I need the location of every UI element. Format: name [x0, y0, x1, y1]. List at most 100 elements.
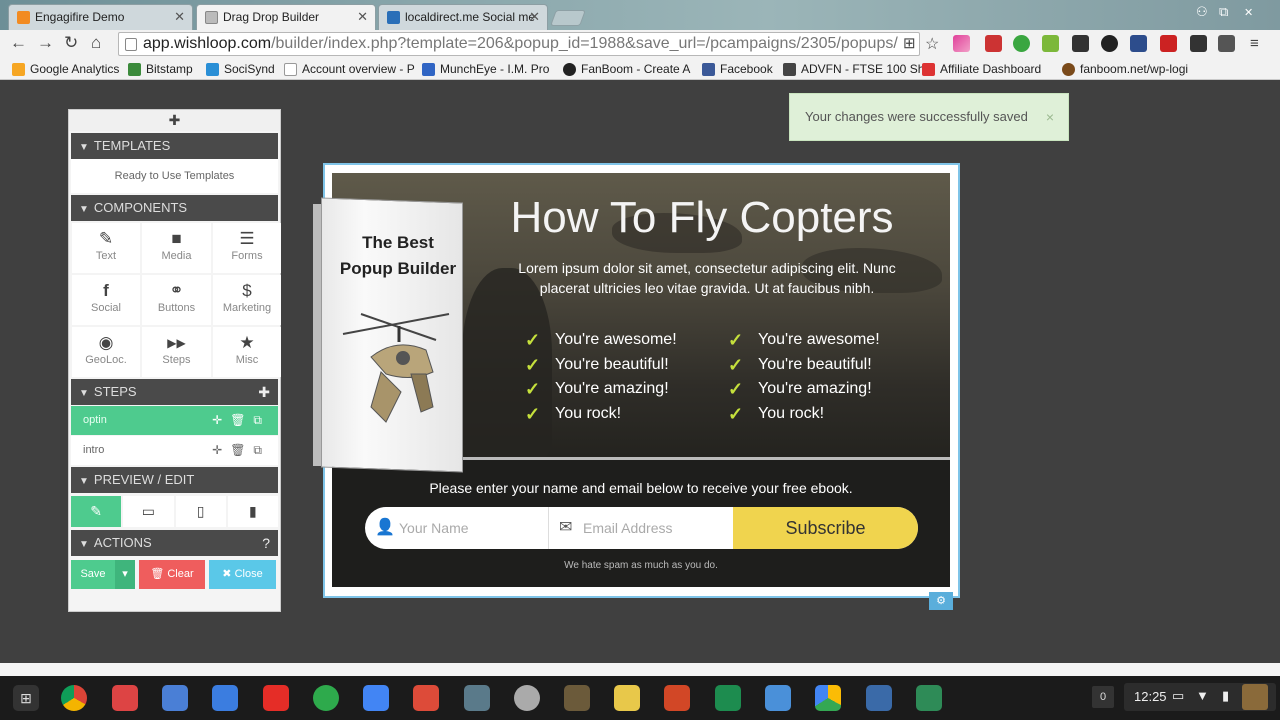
app-launcher-icon[interactable]: ⊞ — [13, 685, 39, 711]
bookmark-item[interactable]: FanBoom - Create A — [563, 62, 690, 76]
bookmark-item[interactable]: MunchEye - I.M. Pro — [422, 62, 549, 76]
close-tab-icon[interactable]: ✕ — [529, 9, 540, 25]
tab-drag-drop-builder[interactable]: Drag Drop Builder ✕ — [196, 4, 376, 30]
trello-icon[interactable] — [866, 685, 892, 711]
name-field[interactable]: 👤 Your Name — [365, 507, 549, 549]
app-icon[interactable] — [765, 685, 791, 711]
bookmark-item[interactable]: fanboom.net/wp-logi — [1062, 62, 1188, 76]
tab-localdirect[interactable]: localdirect.me Social me ✕ — [378, 4, 548, 30]
edit-mode-pencil-icon[interactable]: ✎ — [71, 496, 122, 527]
back-icon[interactable]: ← — [10, 33, 27, 53]
step-optin[interactable]: optin ✛🗑⧉ — [71, 406, 278, 435]
home-icon[interactable]: ⌂ — [91, 33, 101, 53]
bookmark-item[interactable]: Google Analytics — [12, 62, 119, 76]
bookmark-item[interactable]: Facebook — [702, 62, 773, 76]
actions-header[interactable]: ▼ ACTIONS? — [71, 530, 278, 556]
step-controls-icon[interactable]: ✛🗑⧉ — [212, 436, 270, 465]
chrome-icon[interactable] — [61, 685, 87, 711]
component-forms[interactable]: ☰ Forms — [213, 223, 281, 273]
bookmark-item[interactable]: ADVFN - FTSE 100 Sh — [783, 62, 924, 76]
mobile-preview-icon[interactable]: ▮ — [227, 496, 278, 527]
tab-title: localdirect.me Social me — [405, 10, 536, 24]
bookmark-item[interactable]: Account overview - P — [284, 62, 415, 76]
close-button[interactable]: ✖ Close — [209, 560, 276, 589]
component-buttons[interactable]: ⚭ Buttons — [142, 275, 211, 325]
google-search-icon[interactable] — [162, 685, 188, 711]
close-window-icon[interactable]: ✕ — [1244, 6, 1253, 19]
app-icon[interactable] — [916, 685, 942, 711]
extension-icon[interactable] — [1130, 35, 1147, 52]
extension-icon[interactable] — [985, 35, 1002, 52]
help-icon[interactable]: ? — [262, 530, 270, 556]
clear-button[interactable]: 🗑 Clear — [139, 560, 205, 589]
app-icon[interactable] — [514, 685, 540, 711]
templates-header[interactable]: ▼ TEMPLATES — [71, 133, 278, 159]
subscribe-button[interactable]: Subscribe — [733, 507, 918, 549]
popup-title[interactable]: How To Fly Copters — [492, 193, 912, 243]
templates-link[interactable]: Ready to Use Templates — [71, 159, 278, 193]
extension-icon[interactable] — [1218, 35, 1235, 52]
reload-icon[interactable]: ↻ — [64, 33, 78, 53]
popup-settings-gear-icon[interactable]: ⚙ — [929, 592, 953, 610]
save-dropdown-caret-icon[interactable]: ▾ — [115, 560, 135, 589]
youtube-icon[interactable] — [263, 685, 289, 711]
drive-icon[interactable] — [815, 685, 841, 711]
hangouts-icon[interactable] — [313, 685, 339, 711]
extension-icon[interactable] — [1042, 35, 1059, 52]
page-action-icon[interactable]: ⊞ — [903, 34, 916, 52]
extension-icon[interactable] — [1101, 35, 1118, 52]
steps-header[interactable]: ▼ STEPS ✚ — [71, 379, 278, 405]
app-icon[interactable] — [464, 685, 490, 711]
component-geoloc[interactable]: ◉ GeoLoc. — [72, 327, 140, 377]
cta-text[interactable]: Please enter your name and email below t… — [332, 480, 950, 496]
bookmark-item[interactable]: SociSynd — [206, 62, 275, 76]
step-controls-icon[interactable]: ✛🗑⧉ — [212, 406, 270, 435]
google-plus-icon[interactable] — [413, 685, 439, 711]
address-bar[interactable]: app.wishloop.com/builder/index.php?templ… — [118, 32, 920, 56]
office-icon[interactable] — [664, 685, 690, 711]
close-tab-icon[interactable]: ✕ — [357, 9, 368, 25]
components-header[interactable]: ▼ COMPONENTS — [71, 195, 278, 221]
spam-note[interactable]: We hate spam as much as you do. — [332, 560, 950, 571]
component-misc[interactable]: ★ Misc — [213, 327, 281, 377]
component-text[interactable]: ✎ Text — [72, 223, 140, 273]
bookmark-item[interactable]: Bitstamp — [128, 62, 193, 76]
calendar-icon[interactable] — [212, 685, 238, 711]
add-step-icon[interactable]: ✚ — [258, 379, 270, 405]
notification-count-badge[interactable]: 0 — [1092, 686, 1114, 708]
popup-subtitle[interactable]: Lorem ipsum dolor sit amet, consectetur … — [497, 258, 917, 298]
move-icon[interactable]: ✚ — [69, 110, 280, 131]
preview-edit-header[interactable]: ▼ PREVIEW / EDIT — [71, 467, 278, 493]
component-marketing[interactable]: $ Marketing — [213, 275, 281, 325]
new-tab-button[interactable] — [550, 10, 586, 26]
extension-icon[interactable] — [1190, 35, 1207, 52]
docs-icon[interactable] — [363, 685, 389, 711]
extension-icon[interactable] — [1013, 35, 1030, 52]
tablet-preview-icon[interactable]: ▯ — [175, 496, 226, 527]
app-icon[interactable] — [564, 685, 590, 711]
user-icon[interactable]: ⚇ — [1196, 4, 1208, 20]
save-button[interactable]: Save — [71, 560, 115, 589]
close-tab-icon[interactable]: ✕ — [174, 9, 185, 25]
pocket-icon[interactable] — [1072, 35, 1089, 52]
bookmark-item[interactable]: Affiliate Dashboard — [922, 62, 1041, 76]
gmail-icon[interactable] — [112, 685, 138, 711]
ebook-cover-image[interactable]: The Best Popup Builder — [313, 197, 463, 473]
extension-icon[interactable] — [1160, 35, 1177, 52]
sheets-icon[interactable] — [715, 685, 741, 711]
tab-engagifire-demo[interactable]: Engagifire Demo ✕ — [8, 4, 193, 30]
close-toast-icon[interactable]: × — [1046, 94, 1054, 140]
component-steps[interactable]: ▶▶ Steps — [142, 327, 211, 377]
menu-icon[interactable]: ≡ — [1250, 35, 1259, 52]
keep-icon[interactable] — [614, 685, 640, 711]
restore-window-icon[interactable]: ⧉ — [1219, 4, 1228, 20]
extension-icon[interactable] — [953, 35, 970, 52]
desktop-preview-icon[interactable]: ▭ — [123, 496, 174, 527]
email-field[interactable]: ✉ Email Address — [549, 507, 733, 549]
bookmark-star-icon[interactable]: ☆ — [925, 34, 939, 54]
step-intro[interactable]: intro ✛🗑⧉ — [71, 436, 278, 465]
forward-icon[interactable]: → — [37, 33, 54, 53]
component-media[interactable]: ■ Media — [142, 223, 211, 273]
avatar[interactable] — [1242, 684, 1268, 710]
component-social[interactable]: f Social — [72, 275, 140, 325]
